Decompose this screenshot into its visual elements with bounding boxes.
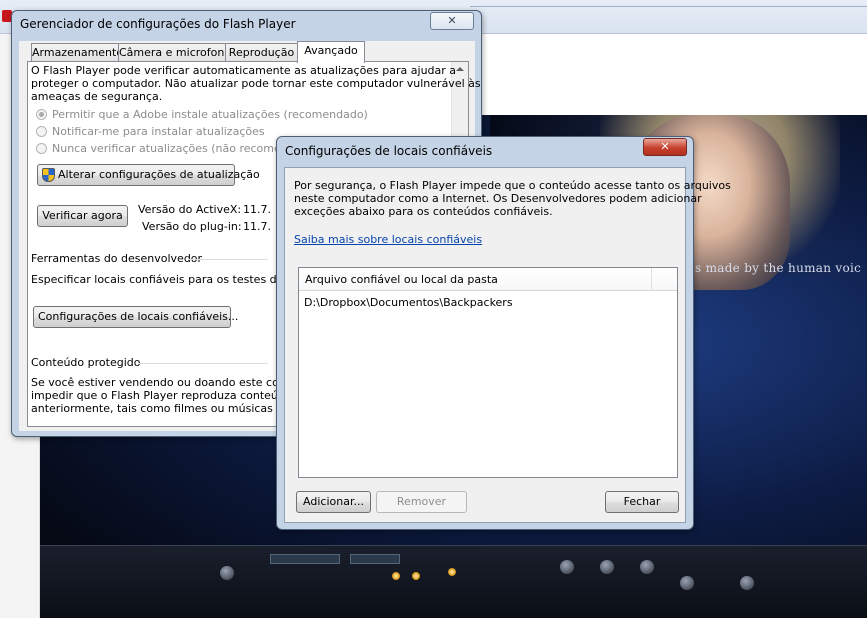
radio-label-allow-auto-install: Permitir que a Adobe instale atualizaçõe… xyxy=(52,108,368,121)
list-column-header[interactable]: Arquivo confiável ou local da pasta xyxy=(299,268,677,291)
developer-tools-heading: Ferramentas do desenvolvedor xyxy=(31,252,203,265)
mixer-led xyxy=(392,572,400,580)
scroll-up-arrow-icon[interactable] xyxy=(456,67,464,71)
change-update-settings-button[interactable]: Alterar configurações de atualização xyxy=(37,164,260,186)
close-dialog-button[interactable]: ✕ xyxy=(643,138,687,156)
close-window-button[interactable]: ✕ xyxy=(430,12,474,30)
updates-description: proteger o computador. Não atualizar pod… xyxy=(31,77,481,90)
tab-camera-microphone[interactable]: Câmera e microfone xyxy=(118,43,231,62)
updates-description: O Flash Player pode verificar automatica… xyxy=(31,64,457,77)
security-description: neste computador como a Internet. Os Des… xyxy=(294,192,702,205)
security-description: exceções abaixo para os conteúdos confiá… xyxy=(294,205,553,218)
protected-content-heading: Conteúdo protegido xyxy=(31,356,141,369)
radio-notify-before-install[interactable] xyxy=(36,126,47,137)
mixer-display xyxy=(350,554,400,564)
dj-mixer-image xyxy=(40,545,867,618)
plugin-version-label: Versão do plug-in: xyxy=(142,220,242,233)
radio-never-check[interactable] xyxy=(36,143,47,154)
window-title: Gerenciador de configurações do Flash Pl… xyxy=(20,17,296,31)
mixer-knob xyxy=(740,576,754,590)
dialog-client-area: Por segurança, o Flash Player impede que… xyxy=(284,167,731,523)
mixer-knob xyxy=(220,566,234,580)
tab-storage[interactable]: Armazenamento xyxy=(31,43,123,62)
dialog-title: Configurações de locais confiáveis xyxy=(285,144,493,158)
activex-version-label: Versão do ActiveX: xyxy=(138,203,242,216)
tab-playback[interactable]: Reprodução xyxy=(225,43,298,62)
close-button[interactable]: Fechar xyxy=(605,491,679,513)
mixer-knob xyxy=(640,560,654,574)
mixer-knob xyxy=(600,560,614,574)
mixer-display xyxy=(270,554,340,564)
trusted-locations-list[interactable]: Arquivo confiável ou local da pasta D:\D… xyxy=(298,267,678,478)
add-location-button[interactable]: Adicionar... xyxy=(296,491,371,513)
remove-location-button[interactable]: Remover xyxy=(376,491,467,513)
radio-allow-auto-install[interactable] xyxy=(36,109,47,120)
mixer-led xyxy=(448,568,456,576)
close-icon: ✕ xyxy=(660,140,670,153)
section-divider xyxy=(138,363,268,364)
radio-label-notify-before-install: Notificar-me para instalar atualizações xyxy=(52,125,265,138)
mixer-led xyxy=(412,572,420,580)
plugin-version-value: 11.7. xyxy=(243,220,271,233)
trusted-locations-settings-button[interactable]: Configurações de locais confiáveis... xyxy=(33,306,238,328)
column-header-label: Arquivo confiável ou local da pasta xyxy=(305,273,498,286)
section-divider xyxy=(188,259,268,260)
column-divider[interactable] xyxy=(651,268,652,291)
learn-more-link[interactable]: Saiba mais sobre locais confiáveis xyxy=(294,233,482,246)
mixer-knob xyxy=(560,560,574,574)
trusted-locations-dialog: Configurações de locais confiáveis ✕ Por… xyxy=(276,136,731,530)
check-now-button[interactable]: Verificar agora xyxy=(37,205,128,227)
list-item[interactable]: D:\Dropbox\Documentos\Backpackers xyxy=(304,296,513,309)
uac-shield-icon xyxy=(42,168,55,182)
toolbar-divider xyxy=(470,6,867,7)
updates-description: ameaças de segurança. xyxy=(31,90,163,103)
tab-advanced[interactable]: Avançado xyxy=(297,41,365,63)
change-update-settings-label: Alterar configurações de atualização xyxy=(58,168,260,181)
security-description: Por segurança, o Flash Player impede que… xyxy=(294,179,731,192)
activex-version-value: 11.7. xyxy=(243,203,271,216)
mixer-knob xyxy=(680,576,694,590)
video-caption: s made by the human voic xyxy=(695,261,862,275)
close-icon: ✕ xyxy=(447,14,457,27)
